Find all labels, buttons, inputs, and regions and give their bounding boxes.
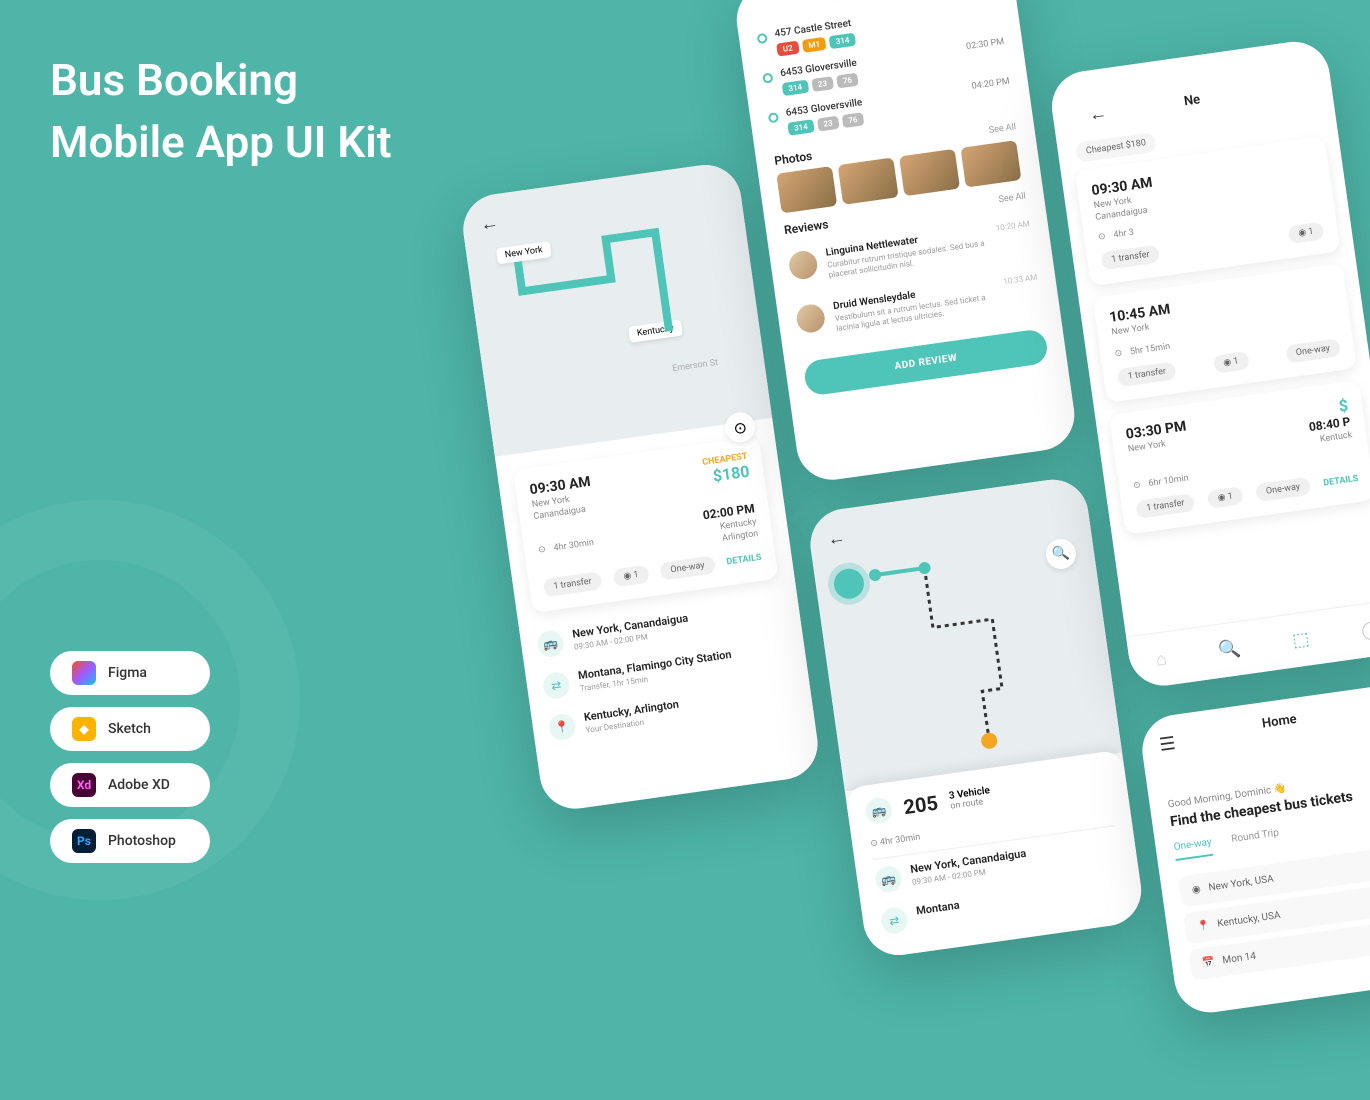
trip-card[interactable]: 09:30 AMNew YorkCanandaigua ⊙4hr 3 1 tra… (1075, 136, 1341, 286)
see-all-link[interactable]: See All (998, 191, 1027, 205)
tool-photoshop: Ps Photoshop (50, 819, 210, 863)
photo-thumb[interactable] (899, 149, 960, 196)
reviews-heading: Reviews (783, 217, 829, 237)
tool-sketch: ◆ Sketch (50, 707, 210, 751)
transfer-icon: ⇄ (542, 671, 571, 700)
avatar (787, 249, 819, 281)
route-steps: 🚌 New York, Canandaigua09:30 AM - 02:00 … (535, 590, 798, 749)
nav-profile-icon[interactable]: ◯ (1360, 618, 1370, 642)
tool-list: Figma ◆ Sketch Xd Adobe XD Ps Photoshop (50, 651, 210, 863)
phone-bus-transport: Bus Transport ⋮ 457 Castle StreetU2M1314… (732, 0, 1079, 484)
phone-map-trip: ← New York Kentucky Emerson St ⊙ 09:30 A… (459, 160, 823, 813)
xd-icon: Xd (72, 773, 96, 797)
back-button[interactable]: ← (1068, 53, 1350, 129)
avatar (795, 302, 827, 334)
map[interactable]: ← New York Kentucky Emerson St ⊙ (459, 160, 772, 456)
triptype-chip[interactable]: One-way (659, 555, 715, 580)
page-title: Bus Booking Mobile App UI Kit (50, 50, 391, 173)
nav-home-icon[interactable]: ⌂ (1154, 648, 1168, 670)
trip-card[interactable]: 10:45 AMNew York ⊙5hr 15min 1 transfer◉ … (1093, 263, 1357, 403)
passenger-chip[interactable]: ◉ 1 (612, 565, 649, 588)
tool-figma: Figma (50, 651, 210, 695)
transfer-chip[interactable]: 1 transfer (542, 571, 602, 597)
see-all-link[interactable]: See All (988, 122, 1017, 136)
transfer-icon: ⇄ (880, 906, 909, 935)
nav-search-icon[interactable]: 🔍 (1217, 638, 1242, 662)
sketch-icon: ◆ (72, 717, 96, 741)
figma-icon (72, 661, 96, 685)
trip-card[interactable]: 09:30 AM New York Canandaigua CHEAPEST $… (513, 436, 779, 613)
bus-icon: 🚌 (536, 629, 565, 658)
bus-icon: 🚌 (874, 864, 903, 893)
map[interactable]: ← 🔍 (806, 475, 1122, 791)
details-link[interactable]: DETAILS (726, 553, 762, 568)
nav-ticket-icon[interactable]: ⬚ (1291, 628, 1311, 651)
pin-icon: 📍 (547, 712, 576, 741)
phone-route-map: ← 🔍 🚌 205 3 Vehicleon route ⊙ 4hr 30min … (806, 475, 1146, 960)
tab-oneway[interactable]: One-way (1173, 837, 1213, 861)
filter-chip[interactable]: Cheapest $180 (1075, 132, 1157, 163)
tool-adobexd: Xd Adobe XD (50, 763, 210, 807)
bus-icon: 🚌 (864, 796, 893, 825)
photo-thumb[interactable] (776, 166, 837, 213)
route-card: 🚌 205 3 Vehicleon route ⊙ 4hr 30min 🚌 Ne… (844, 749, 1145, 959)
route-number: 205 (902, 791, 939, 820)
phone-home: ☰ Home Good Morning, Dominic 👋 Find the … (1138, 681, 1370, 1017)
bottom-nav: ⌂ 🔍 ⬚ ◯ (1126, 598, 1370, 690)
ps-icon: Ps (72, 829, 96, 853)
photo-thumb[interactable] (960, 140, 1021, 187)
photo-thumb[interactable] (838, 157, 899, 204)
photos-heading: Photos (773, 149, 813, 168)
trip-card[interactable]: 03:30 PMNew York $08:40 PKentuck ⊙6hr 10… (1109, 380, 1370, 535)
menu-button[interactable]: ☰ (1158, 733, 1177, 756)
